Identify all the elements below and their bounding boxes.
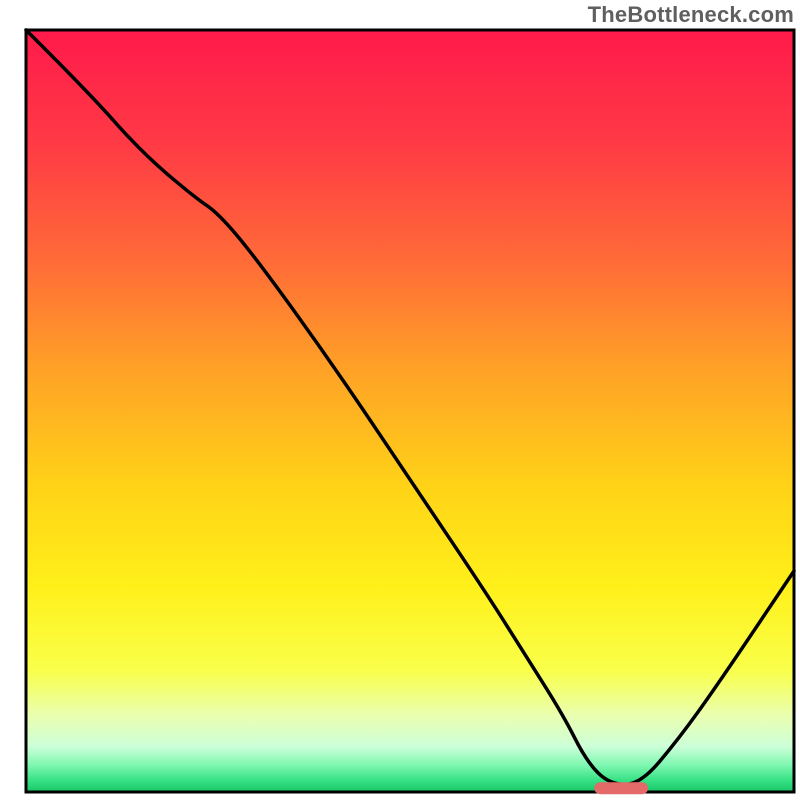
- bottleneck-chart: [0, 0, 800, 800]
- chart-frame: TheBottleneck.com: [0, 0, 800, 800]
- gradient-background: [26, 30, 794, 792]
- optimal-range-marker: [594, 782, 648, 794]
- watermark-text: TheBottleneck.com: [588, 2, 794, 28]
